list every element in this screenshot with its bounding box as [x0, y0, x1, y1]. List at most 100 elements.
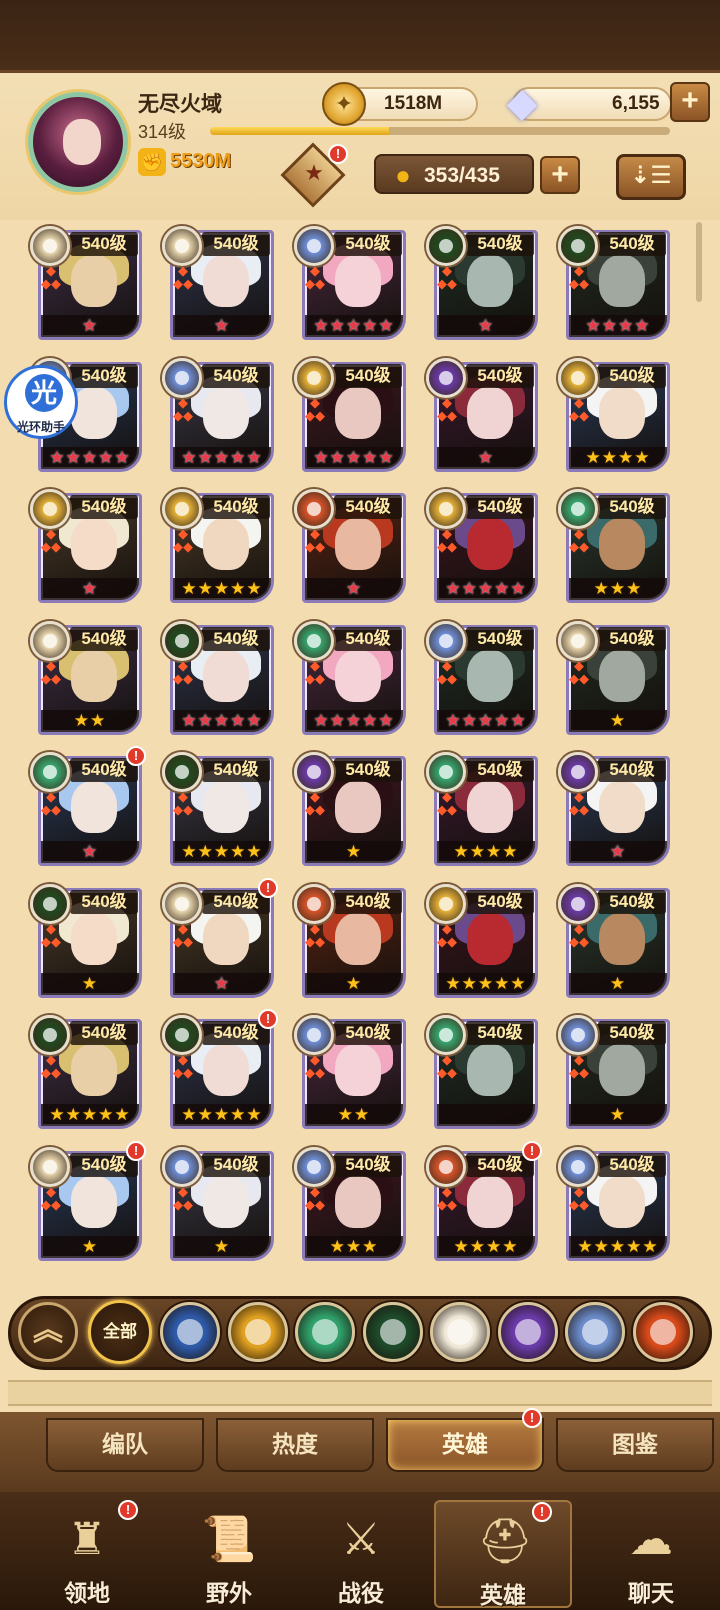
hero-card[interactable]: ★ 540级 ◆ ◆◆: [294, 489, 408, 607]
hero-card[interactable]: 540级 ◆ ◆◆: [426, 1015, 540, 1133]
faction-purple-icon: [294, 752, 334, 792]
nav-chat-bubble[interactable]: ☁ 聊天: [582, 1500, 720, 1608]
hero-star-rating: ★★★★★: [173, 1104, 271, 1126]
hero-card[interactable]: ★ 540级 ◆ ◆◆: [558, 620, 672, 739]
collapse-up-button[interactable]: ︽: [18, 1302, 78, 1362]
ascension-diamonds-icon: ◆◆◆: [569, 1052, 589, 1080]
hero-card[interactable]: ★★★★★ 540级 ◆◆◆: [294, 226, 408, 344]
hero-card[interactable]: ★★★★★ 540级 ◆◆◆: [162, 489, 276, 607]
hero-card[interactable]: ★ 540级 ◆ ◆◆: [30, 489, 144, 607]
dimensional-filter[interactable]: [565, 1302, 625, 1362]
hero-card[interactable]: ★ 540级 ◆ ◆◆: [294, 752, 408, 870]
hero-level: 540级: [70, 889, 138, 914]
ascension-diamonds-icon: ◆◆◆: [41, 789, 61, 817]
filter-all-button[interactable]: 全部: [88, 1300, 152, 1364]
hero-card[interactable]: ★★★★ 540级 ◆ ◆◆: [558, 357, 672, 476]
nav-sword[interactable]: ⚔ 战役: [292, 1500, 430, 1608]
hero-card[interactable]: ★★★ 540级 ◆ ◆◆: [294, 1146, 408, 1265]
hero-card[interactable]: ★★★★ 540级 ◆ ◆◆!: [426, 1140, 542, 1265]
hero-card[interactable]: ★★★★★ 540级 ◆◆◆: [426, 883, 540, 1002]
ascension-diamonds-icon: ◆◆◆: [173, 920, 193, 949]
dimensional-emblem-icon: [582, 1319, 608, 1345]
hero-card[interactable]: ★★★★★ 540级 ◆◆◆: [294, 620, 408, 739]
hero-level: 540级: [202, 758, 270, 782]
hero-card[interactable]: ★ 540级 ◆ ◆◆: [162, 1146, 276, 1265]
tab-heroes[interactable]: 英雄: [386, 1418, 544, 1472]
star-icon: ★★★★★: [181, 447, 263, 467]
tab-popularity[interactable]: 热度: [216, 1418, 374, 1472]
hero-star-rating: ★: [41, 578, 139, 600]
hero-card[interactable]: ★ 540级 ◆ ◆◆!: [162, 877, 278, 1002]
hero-star-rating: ★★★★★: [305, 446, 403, 469]
sort-button[interactable]: ⇣☰: [616, 154, 686, 200]
add-hero-slots-button[interactable]: +: [540, 156, 580, 194]
hero-card[interactable]: ★★★★★ 540级 ◆◆◆: [294, 357, 408, 476]
wilder-filter[interactable]: [295, 1302, 355, 1362]
faction-light-icon: [30, 620, 70, 661]
hero-star-rating: ★★★★★: [41, 446, 139, 469]
hero-level: 540级: [70, 363, 138, 388]
hero-card[interactable]: ★★★★★ 540级 ◆◆◆: [426, 489, 540, 607]
hero-level: 540级: [70, 626, 138, 651]
nav-alert-badge: !: [118, 1500, 138, 1520]
player-avatar[interactable]: [28, 92, 128, 192]
hero-star-rating: ★★★★★: [437, 709, 535, 732]
hero-card[interactable]: ★★★★★ 540级 ◆◆◆: [30, 1015, 144, 1133]
hero-card[interactable]: ★★★★ 540级 ◆ ◆◆: [426, 752, 540, 870]
fire-filter[interactable]: [632, 1302, 693, 1362]
ascension-diamonds-icon: ◆◆◆: [437, 789, 457, 817]
hero-star-rating: ★★★★★: [41, 1104, 139, 1126]
hero-card[interactable]: ★ 540级 ◆ ◆◆: [426, 357, 540, 476]
hero-card[interactable]: ★★ 540级 ◆ ◆◆: [30, 620, 144, 739]
hypogean-filter[interactable]: [497, 1302, 558, 1362]
faction-celestial-icon: [558, 1015, 598, 1055]
hero-star-rating: ★: [41, 315, 139, 337]
nav-map-scroll[interactable]: 📜 野外: [160, 1500, 298, 1608]
hero-level: 540级: [334, 758, 402, 782]
hero-card[interactable]: ★ 540级 ◆ ◆◆: [294, 883, 408, 1002]
hero-card[interactable]: ★★★ 540级 ◆ ◆◆: [558, 489, 672, 607]
hero-level: 540级: [334, 889, 402, 914]
hero-card[interactable]: ★ 540级 ◆ ◆◆: [558, 752, 672, 870]
hero-card[interactable]: ★ 540级 ◆ ◆◆!: [30, 746, 146, 870]
hero-card[interactable]: ★ 540级 ◆ ◆◆: [30, 883, 144, 1002]
hero-card[interactable]: ★ 540级 ◆ ◆◆: [162, 226, 276, 344]
hero-face: [599, 1175, 645, 1228]
star-icon: ★: [81, 316, 99, 335]
hero-card[interactable]: ★★★★★ 540级 ◆◆◆: [162, 620, 276, 739]
hero-card[interactable]: ★★★★ 540级 ◆ ◆◆: [558, 226, 672, 344]
hero-card[interactable]: ★ 540级 ◆ ◆◆: [558, 1015, 672, 1133]
celestial-emblem-icon: [447, 1319, 473, 1345]
hero-card[interactable]: ★★★★★ 540级 ◆◆◆: [162, 752, 276, 870]
ascension-diamonds-icon: ◆◆◆: [305, 394, 325, 423]
celestial-filter[interactable]: [430, 1302, 490, 1362]
hero-card[interactable]: ★ 540级 ◆ ◆◆: [30, 226, 144, 344]
graveborn-filter[interactable]: [362, 1302, 423, 1362]
ascension-diamonds-icon: ◆◆◆: [173, 657, 193, 686]
hero-card[interactable]: ★★ 540级 ◆ ◆◆: [294, 1015, 408, 1133]
nav-hero-helmet[interactable]: ⛑ 英雄!: [434, 1500, 572, 1608]
faction-gold-icon: [30, 489, 70, 529]
add-gems-button[interactable]: +: [670, 82, 710, 122]
faction-celestial-icon: [162, 1146, 202, 1187]
hero-card[interactable]: ★★★★★ 540级 ◆◆◆: [162, 357, 276, 476]
nav-castle[interactable]: ♜ 领地!: [18, 1500, 156, 1608]
hero-face: [599, 518, 645, 570]
grid-scrollbar[interactable]: [696, 222, 702, 302]
lightbearer-filter[interactable]: [160, 1302, 220, 1362]
hero-face: [467, 649, 513, 702]
hero-card[interactable]: ★ 540级 ◆ ◆◆: [426, 226, 540, 344]
guild-emblem-button[interactable]: ★ !: [272, 142, 354, 210]
tab-formation[interactable]: 编队: [46, 1418, 204, 1472]
hero-card[interactable]: ★ 540级 ◆ ◆◆!: [30, 1140, 146, 1265]
hero-card[interactable]: ★★★★★ 540级 ◆◆◆: [558, 1146, 672, 1265]
faction-gold-icon: [294, 357, 334, 398]
hero-card[interactable]: ★★★★★ 540级 ◆ ◆◆!: [162, 1009, 278, 1133]
hero-card[interactable]: ★ 540级 ◆ ◆◆: [558, 883, 672, 1002]
assistant-float-button[interactable]: 光 光环助手: [4, 365, 78, 439]
hero-face: [71, 255, 117, 307]
tab-codex[interactable]: 图鉴: [556, 1418, 714, 1472]
hero-card[interactable]: ★★★★★ 540级 ◆◆◆: [426, 620, 540, 739]
mauler-filter[interactable]: [227, 1302, 288, 1362]
ascension-diamonds-icon: ◆◆◆: [41, 920, 61, 949]
